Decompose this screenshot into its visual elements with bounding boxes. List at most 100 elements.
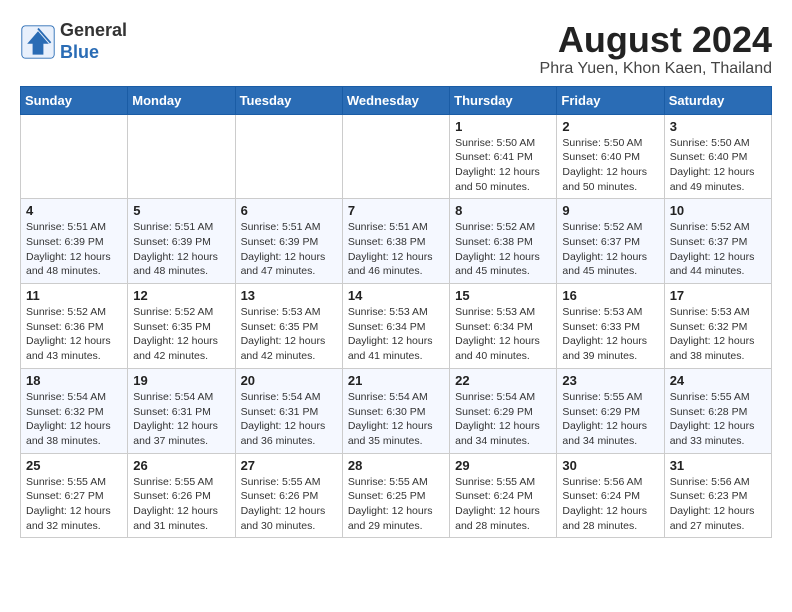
logo-text: General Blue	[60, 20, 127, 63]
day-info: Sunrise: 5:53 AMSunset: 6:32 PMDaylight:…	[670, 305, 766, 364]
day-number: 3	[670, 119, 766, 134]
day-info: Sunrise: 5:53 AMSunset: 6:33 PMDaylight:…	[562, 305, 658, 364]
day-cell: 22Sunrise: 5:54 AMSunset: 6:29 PMDayligh…	[450, 368, 557, 453]
day-info: Sunrise: 5:55 AMSunset: 6:24 PMDaylight:…	[455, 475, 551, 534]
day-cell: 27Sunrise: 5:55 AMSunset: 6:26 PMDayligh…	[235, 453, 342, 538]
day-number: 27	[241, 458, 337, 473]
day-number: 10	[670, 203, 766, 218]
day-number: 12	[133, 288, 229, 303]
day-info: Sunrise: 5:56 AMSunset: 6:24 PMDaylight:…	[562, 475, 658, 534]
day-number: 9	[562, 203, 658, 218]
day-number: 22	[455, 373, 551, 388]
day-number: 28	[348, 458, 444, 473]
day-cell: 23Sunrise: 5:55 AMSunset: 6:29 PMDayligh…	[557, 368, 664, 453]
day-info: Sunrise: 5:50 AMSunset: 6:40 PMDaylight:…	[562, 136, 658, 195]
day-cell: 7Sunrise: 5:51 AMSunset: 6:38 PMDaylight…	[342, 199, 449, 284]
logo: General Blue	[20, 20, 127, 63]
day-cell: 1Sunrise: 5:50 AMSunset: 6:41 PMDaylight…	[450, 114, 557, 199]
calendar-header: SundayMondayTuesdayWednesdayThursdayFrid…	[21, 86, 772, 114]
day-cell: 12 Sunrise: 5:52 AMSunset: 6:35 PMDayligh…	[128, 284, 235, 369]
day-info: Sunrise: 5:54 AMSunset: 6:31 PMDaylight:…	[133, 390, 229, 449]
day-number: 31	[670, 458, 766, 473]
day-cell: 10Sunrise: 5:52 AMSunset: 6:37 PMDayligh…	[664, 199, 771, 284]
day-info: Sunrise: 5:53 AMSunset: 6:34 PMDaylight:…	[455, 305, 551, 364]
day-number: 1	[455, 119, 551, 134]
header-row: SundayMondayTuesdayWednesdayThursdayFrid…	[21, 86, 772, 114]
day-number: 6	[241, 203, 337, 218]
header-cell-thursday: Thursday	[450, 86, 557, 114]
day-cell: 18 Sunrise: 5:54 AMSunset: 6:32 PMDayligh…	[21, 368, 128, 453]
day-info: Sunrise: 5:54 AMSunset: 6:31 PMDaylight:…	[241, 390, 337, 449]
day-cell: 20 Sunrise: 5:54 AMSunset: 6:31 PMDayligh…	[235, 368, 342, 453]
calendar-subtitle: Phra Yuen, Khon Kaen, Thailand	[540, 60, 772, 78]
calendar-body: 1Sunrise: 5:50 AMSunset: 6:41 PMDaylight…	[21, 114, 772, 538]
logo-icon	[20, 24, 56, 60]
header-cell-saturday: Saturday	[664, 86, 771, 114]
day-cell: 4 Sunrise: 5:51 AMSunset: 6:39 PMDaylight…	[21, 199, 128, 284]
day-cell: 30 Sunrise: 5:56 AMSunset: 6:24 PMDayligh…	[557, 453, 664, 538]
day-number: 23	[562, 373, 658, 388]
header-cell-tuesday: Tuesday	[235, 86, 342, 114]
day-cell	[342, 114, 449, 199]
header-cell-sunday: Sunday	[21, 86, 128, 114]
day-cell: 19 Sunrise: 5:54 AMSunset: 6:31 PMDayligh…	[128, 368, 235, 453]
day-number: 4	[26, 203, 122, 218]
day-info: Sunrise: 5:55 AMSunset: 6:27 PMDaylight:…	[26, 475, 122, 534]
day-info: Sunrise: 5:51 AMSunset: 6:39 PMDaylight:…	[241, 220, 337, 279]
day-number: 16	[562, 288, 658, 303]
day-number: 2	[562, 119, 658, 134]
day-cell: 9 Sunrise: 5:52 AMSunset: 6:37 PMDaylight…	[557, 199, 664, 284]
day-info: Sunrise: 5:51 AMSunset: 6:39 PMDaylight:…	[26, 220, 122, 279]
day-number: 11	[26, 288, 122, 303]
day-info: Sunrise: 5:53 AMSunset: 6:35 PMDaylight:…	[241, 305, 337, 364]
day-info: Sunrise: 5:52 AMSunset: 6:35 PMDaylight:…	[133, 305, 229, 364]
day-number: 18	[26, 373, 122, 388]
day-info: Sunrise: 5:55 AMSunset: 6:28 PMDaylight:…	[670, 390, 766, 449]
day-number: 14	[348, 288, 444, 303]
day-info: Sunrise: 5:56 AMSunset: 6:23 PMDaylight:…	[670, 475, 766, 534]
day-info: Sunrise: 5:52 AMSunset: 6:37 PMDaylight:…	[562, 220, 658, 279]
day-number: 30	[562, 458, 658, 473]
day-cell: 5Sunrise: 5:51 AMSunset: 6:39 PMDaylight…	[128, 199, 235, 284]
header-cell-monday: Monday	[128, 86, 235, 114]
day-number: 26	[133, 458, 229, 473]
week-row-1: 1Sunrise: 5:50 AMSunset: 6:41 PMDaylight…	[21, 114, 772, 199]
day-info: Sunrise: 5:54 AMSunset: 6:30 PMDaylight:…	[348, 390, 444, 449]
day-info: Sunrise: 5:50 AMSunset: 6:40 PMDaylight:…	[670, 136, 766, 195]
day-number: 8	[455, 203, 551, 218]
day-cell	[21, 114, 128, 199]
day-cell	[128, 114, 235, 199]
day-cell: 25 Sunrise: 5:55 AMSunset: 6:27 PMDayligh…	[21, 453, 128, 538]
day-number: 19	[133, 373, 229, 388]
day-cell: 29 Sunrise: 5:55 AMSunset: 6:24 PMDayligh…	[450, 453, 557, 538]
week-row-2: 4 Sunrise: 5:51 AMSunset: 6:39 PMDaylight…	[21, 199, 772, 284]
week-row-3: 11Sunrise: 5:52 AMSunset: 6:36 PMDayligh…	[21, 284, 772, 369]
title-block: August 2024 Phra Yuen, Khon Kaen, Thaila…	[540, 20, 772, 78]
day-info: Sunrise: 5:55 AMSunset: 6:26 PMDaylight:…	[133, 475, 229, 534]
page-header: General Blue August 2024 Phra Yuen, Khon…	[20, 20, 772, 78]
day-info: Sunrise: 5:52 AMSunset: 6:38 PMDaylight:…	[455, 220, 551, 279]
logo-blue: Blue	[60, 42, 99, 62]
day-cell: 24Sunrise: 5:55 AMSunset: 6:28 PMDayligh…	[664, 368, 771, 453]
day-cell: 26 Sunrise: 5:55 AMSunset: 6:26 PMDayligh…	[128, 453, 235, 538]
day-number: 29	[455, 458, 551, 473]
day-number: 21	[348, 373, 444, 388]
day-cell: 3 Sunrise: 5:50 AMSunset: 6:40 PMDaylight…	[664, 114, 771, 199]
day-number: 25	[26, 458, 122, 473]
day-number: 7	[348, 203, 444, 218]
day-cell: 6 Sunrise: 5:51 AMSunset: 6:39 PMDaylight…	[235, 199, 342, 284]
logo-general: General	[60, 20, 127, 40]
day-cell: 21 Sunrise: 5:54 AMSunset: 6:30 PMDayligh…	[342, 368, 449, 453]
day-cell: 28Sunrise: 5:55 AMSunset: 6:25 PMDayligh…	[342, 453, 449, 538]
day-number: 17	[670, 288, 766, 303]
day-info: Sunrise: 5:54 AMSunset: 6:32 PMDaylight:…	[26, 390, 122, 449]
header-cell-friday: Friday	[557, 86, 664, 114]
day-cell: 14Sunrise: 5:53 AMSunset: 6:34 PMDayligh…	[342, 284, 449, 369]
day-number: 13	[241, 288, 337, 303]
day-number: 20	[241, 373, 337, 388]
day-cell: 31 Sunrise: 5:56 AMSunset: 6:23 PMDayligh…	[664, 453, 771, 538]
day-cell	[235, 114, 342, 199]
day-cell: 17 Sunrise: 5:53 AMSunset: 6:32 PMDayligh…	[664, 284, 771, 369]
day-cell: 11Sunrise: 5:52 AMSunset: 6:36 PMDayligh…	[21, 284, 128, 369]
week-row-5: 25 Sunrise: 5:55 AMSunset: 6:27 PMDayligh…	[21, 453, 772, 538]
